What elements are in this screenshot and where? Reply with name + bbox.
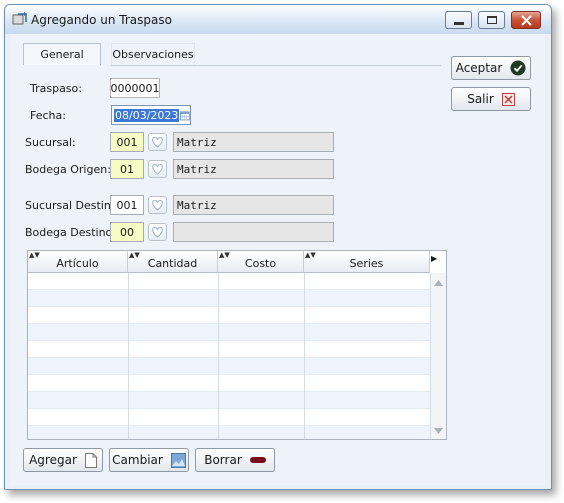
column-header-cantidad[interactable]: ▲▼ Cantidad <box>128 251 218 273</box>
column-header-series[interactable]: ▲▼ Series <box>304 251 430 273</box>
minimize-icon <box>453 21 464 25</box>
borrar-button[interactable]: Borrar <box>195 448 275 472</box>
window-title: Agregando un Traspaso <box>31 13 172 27</box>
fecha-value: 08/03/2023 <box>114 108 180 122</box>
maximize-button[interactable] <box>478 11 505 29</box>
table-row[interactable] <box>28 324 430 341</box>
table-row[interactable] <box>28 290 430 307</box>
calendar-icon[interactable] <box>180 109 190 122</box>
sort-arrow-icon: ▲▼ <box>219 251 230 259</box>
heart-icon <box>152 136 163 148</box>
table-row[interactable] <box>28 409 430 426</box>
cambiar-label: Cambiar <box>112 453 163 467</box>
sucursal-label: Sucursal: <box>25 136 76 149</box>
dialog-body: General Observaciones Traspaso: 0000001 … <box>11 34 545 485</box>
tab-label: Observaciones <box>112 48 194 61</box>
table-row[interactable] <box>28 341 430 358</box>
scroll-up-arrow-icon[interactable] <box>434 280 443 286</box>
exit-icon <box>501 92 515 106</box>
close-button[interactable] <box>511 11 541 29</box>
column-divider <box>304 273 305 439</box>
heart-icon <box>152 226 163 238</box>
table-row[interactable] <box>28 273 430 290</box>
table-row[interactable] <box>28 358 430 375</box>
bodega-origen-code-field[interactable]: 01 <box>110 159 144 179</box>
aceptar-label: Aceptar <box>455 61 503 75</box>
scroll-down-arrow-icon[interactable] <box>434 428 443 434</box>
bodega-origen-lookup-button[interactable] <box>148 160 167 178</box>
table-row[interactable] <box>28 375 430 392</box>
dialog-window: Agregando un Traspaso General Observacio… <box>4 4 552 490</box>
table-row[interactable] <box>28 392 430 409</box>
sucursal-name-field: Matriz <box>173 132 334 152</box>
heart-icon <box>152 163 163 175</box>
sort-arrow-icon: ▲▼ <box>29 251 40 259</box>
title-bar[interactable]: Agregando un Traspaso <box>5 5 551 34</box>
bodega-origen-label: Bodega Origen: <box>25 163 111 176</box>
column-header-articulo[interactable]: ▲▼ Artículo <box>28 251 128 273</box>
check-circle-icon <box>510 60 526 76</box>
fecha-field[interactable]: 08/03/2023 <box>111 105 191 125</box>
column-header-costo[interactable]: ▲▼ Costo <box>218 251 304 273</box>
fecha-label: Fecha: <box>30 109 66 122</box>
minimize-button[interactable] <box>445 11 472 29</box>
maximize-icon <box>486 16 497 24</box>
column-label: Series <box>349 257 384 270</box>
table-row[interactable] <box>28 307 430 324</box>
bodega-origen-name-field: Matriz <box>173 159 334 179</box>
new-document-icon <box>84 452 97 468</box>
traspaso-label: Traspaso: <box>30 82 82 95</box>
column-label: Costo <box>244 257 277 270</box>
articles-table[interactable]: ▲▼ Artículo ▲▼ Cantidad ▲▼ Costo ▲▼ Series ▶ <box>27 250 447 440</box>
delete-icon <box>249 457 266 463</box>
borrar-label: Borrar <box>204 453 242 467</box>
scroll-right-arrow-icon[interactable]: ▶ <box>431 254 437 263</box>
column-divider <box>218 273 219 439</box>
close-icon <box>520 14 532 26</box>
transfer-app-icon <box>12 12 27 25</box>
tab-label: General <box>40 48 84 61</box>
column-divider <box>128 273 129 439</box>
tab-general[interactable]: General <box>23 43 101 65</box>
bodega-destino-label: Bodega Destino: <box>25 226 116 239</box>
salir-button[interactable]: Salir <box>451 87 531 111</box>
cambiar-button[interactable]: Cambiar <box>109 448 189 472</box>
column-label: Artículo <box>56 257 99 270</box>
tab-observaciones[interactable]: Observaciones <box>111 43 195 65</box>
sort-arrow-icon: ▲▼ <box>129 251 140 259</box>
heart-icon <box>152 199 163 211</box>
bodega-destino-name-field <box>173 222 334 242</box>
vertical-scrollbar[interactable] <box>430 273 446 439</box>
agregar-label: Agregar <box>29 453 77 467</box>
aceptar-button[interactable]: Aceptar <box>451 56 531 80</box>
agregar-button[interactable]: Agregar <box>23 448 103 472</box>
sucursal-destino-lookup-button[interactable] <box>148 196 167 214</box>
sucursal-destino-name-field: Matriz <box>173 195 334 215</box>
sort-arrow-icon: ▲▼ <box>305 251 316 259</box>
sucursal-lookup-button[interactable] <box>148 133 167 151</box>
table-row[interactable] <box>28 426 430 439</box>
sucursal-destino-label: Sucursal Destino: <box>25 199 122 212</box>
bodega-destino-code-field[interactable]: 00 <box>110 222 144 242</box>
tab-divider <box>111 65 441 66</box>
salir-label: Salir <box>467 92 494 106</box>
column-label: Cantidad <box>147 257 198 270</box>
bodega-destino-lookup-button[interactable] <box>148 223 167 241</box>
sucursal-destino-code-field[interactable]: 001 <box>110 195 144 215</box>
sucursal-code-field[interactable]: 001 <box>110 132 144 152</box>
edit-image-icon <box>170 452 186 468</box>
traspaso-field[interactable]: 0000001 <box>110 78 160 98</box>
